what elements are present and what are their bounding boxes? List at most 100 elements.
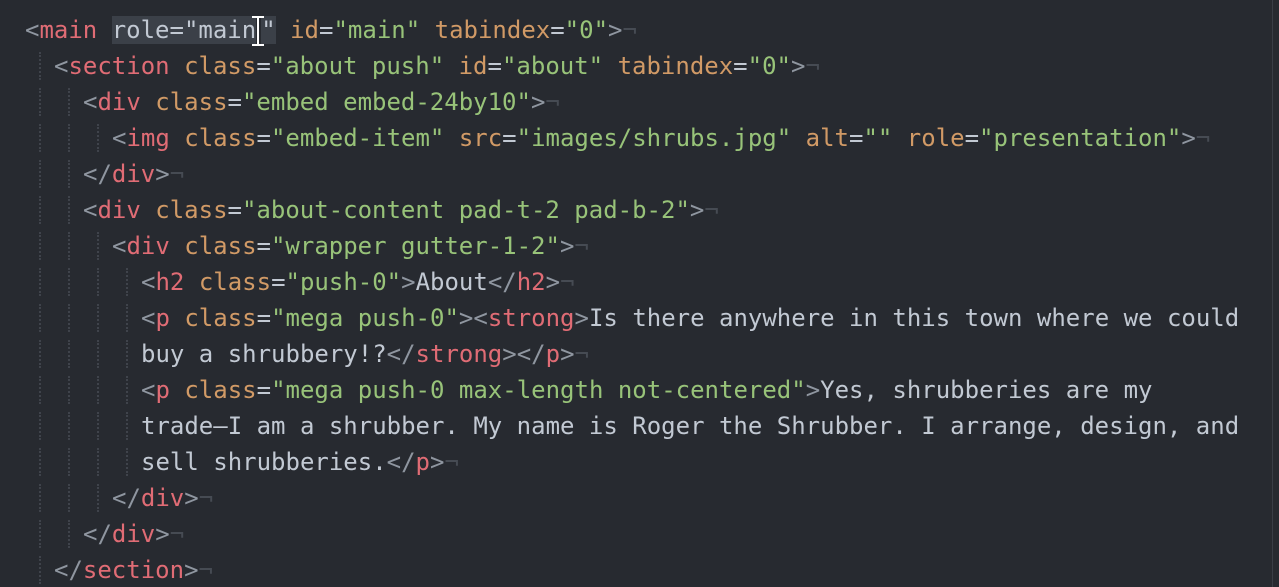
code-token-attribute-name: role [906,124,965,152]
code-token-operator: = [256,304,272,332]
indent-guide [68,160,70,188]
code-token-attribute-name: tabindex [434,16,551,44]
code-token-operator: = [256,52,271,80]
code-token-attribute-value: "images/shrubs.jpg" [516,124,792,152]
indent-guide [126,268,128,296]
code-token-punctuation: > [430,448,445,476]
text-cursor [252,16,265,46]
indent-guide [68,124,70,152]
code-token-punctuation: > [608,16,623,44]
code-token-selected-text: =" [169,16,199,44]
code-token-punctuation: > [689,196,705,224]
code-token-attribute-value: "main" [333,16,421,44]
code-token-punctuation: </ [386,448,416,476]
code-line[interactable]: sell shrubberies.</p>¬ [141,444,459,480]
indent-guide [68,340,70,368]
code-line[interactable]: </div>¬ [112,480,213,516]
code-line[interactable]: <div class="wrapper gutter-1-2">¬ [112,228,589,264]
code-token-attribute-name: class [198,268,272,296]
indent-guide [39,304,41,332]
code-token-text: sell shrubberies. [141,448,387,476]
code-token-tag-name: p [415,448,430,476]
code-token-punctuation: < [112,124,127,152]
code-line[interactable]: <div class="about-content pad-t-2 pad-b-… [83,192,719,228]
indent-guide [97,376,99,404]
code-line[interactable]: buy a shrubbery!?</strong></p>¬ [141,336,589,372]
code-editor[interactable]: <main role="main " id="main" tabindex="0"… [0,0,1279,587]
code-line[interactable]: <p class="mega push-0"><strong>Is there … [141,300,1239,336]
code-token-punctuation: < [112,232,127,260]
end-of-line-marker: ¬ [560,268,575,296]
indent-guide [126,412,128,440]
indent-guide [97,412,99,440]
code-token-punctuation: > [574,304,589,332]
code-token-operator: = [271,268,286,296]
code-token-attribute-value: "mega push-0" [271,304,459,332]
code-token-operator: = [733,52,748,80]
indent-guide [39,556,41,584]
code-token-punctuation: ></ [502,340,546,368]
code-token-punctuation: > [184,556,199,584]
end-of-line-marker: ¬ [574,340,589,368]
code-line[interactable]: <main role="main " id="main" tabindex="0"… [25,12,637,48]
indent-guide [97,484,99,512]
code-line[interactable]: <section class="about push" id="about" t… [54,48,820,84]
code-line[interactable]: </div>¬ [83,156,184,192]
code-token-punctuation: </ [386,340,416,368]
code-token-punctuation: </ [112,484,141,512]
code-token-punctuation: </ [83,160,112,188]
code-token-attribute-value: "push-0" [285,268,402,296]
code-token-punctuation: > [560,340,575,368]
code-token-attribute-name: id [458,52,488,80]
code-token-punctuation: </ [83,520,112,548]
code-token-punctuation: </ [487,268,517,296]
code-token-tag-name: section [68,52,170,80]
indent-guide [39,268,41,296]
code-line[interactable]: </section>¬ [54,552,213,587]
code-token-punctuation: > [155,160,170,188]
code-token-attribute-value: "about-content pad-t-2 pad-b-2" [241,196,690,224]
indent-guide [39,160,41,188]
code-token-punctuation: > [790,52,806,80]
indent-guide [126,340,128,368]
indent-guide [39,124,41,152]
indent-guide [39,340,41,368]
indent-guide [68,304,70,332]
code-token-tag-name: main [39,16,98,44]
code-token-attribute-value: "about" [501,52,604,80]
code-token-tag-name: p [545,340,561,368]
code-line[interactable]: trade—I am a shrubber. My name is Roger … [141,408,1239,444]
code-token-attribute-value: "0" [564,16,609,44]
indent-guide [68,520,70,548]
code-token-punctuation: > [805,376,821,404]
indent-guide [39,88,41,116]
code-line[interactable]: <img class="embed-item" src="images/shru… [112,120,1210,156]
code-token-attribute-name: class [155,88,228,116]
code-token-punctuation: > [401,268,416,296]
indent-guide [68,268,70,296]
code-line[interactable]: <p class="mega push-0 max-length not-cen… [141,372,1152,408]
code-token-punctuation: < [54,52,69,80]
code-token-selected-text: role [111,16,170,44]
code-token-tag-name: h2 [155,268,185,296]
code-token-tag-name: p [155,304,170,332]
code-token-attribute-value: "mega push-0 max-length not-centered" [271,376,806,404]
code-token-punctuation: > [1181,124,1196,152]
code-token-tag-name: img [126,124,170,152]
indent-guide [97,448,99,476]
code-line[interactable]: </div>¬ [83,516,184,552]
indent-guide [126,448,128,476]
code-token-tag-name: h2 [516,268,546,296]
code-token-tag-name: div [97,196,141,224]
code-token-punctuation: > [184,484,199,512]
code-token-operator: = [256,376,272,404]
code-line[interactable]: <h2 class="push-0">About</h2>¬ [141,264,575,300]
code-line[interactable]: <div class="embed embed-24by10">¬ [83,84,560,120]
code-token-attribute-name: class [184,124,257,152]
